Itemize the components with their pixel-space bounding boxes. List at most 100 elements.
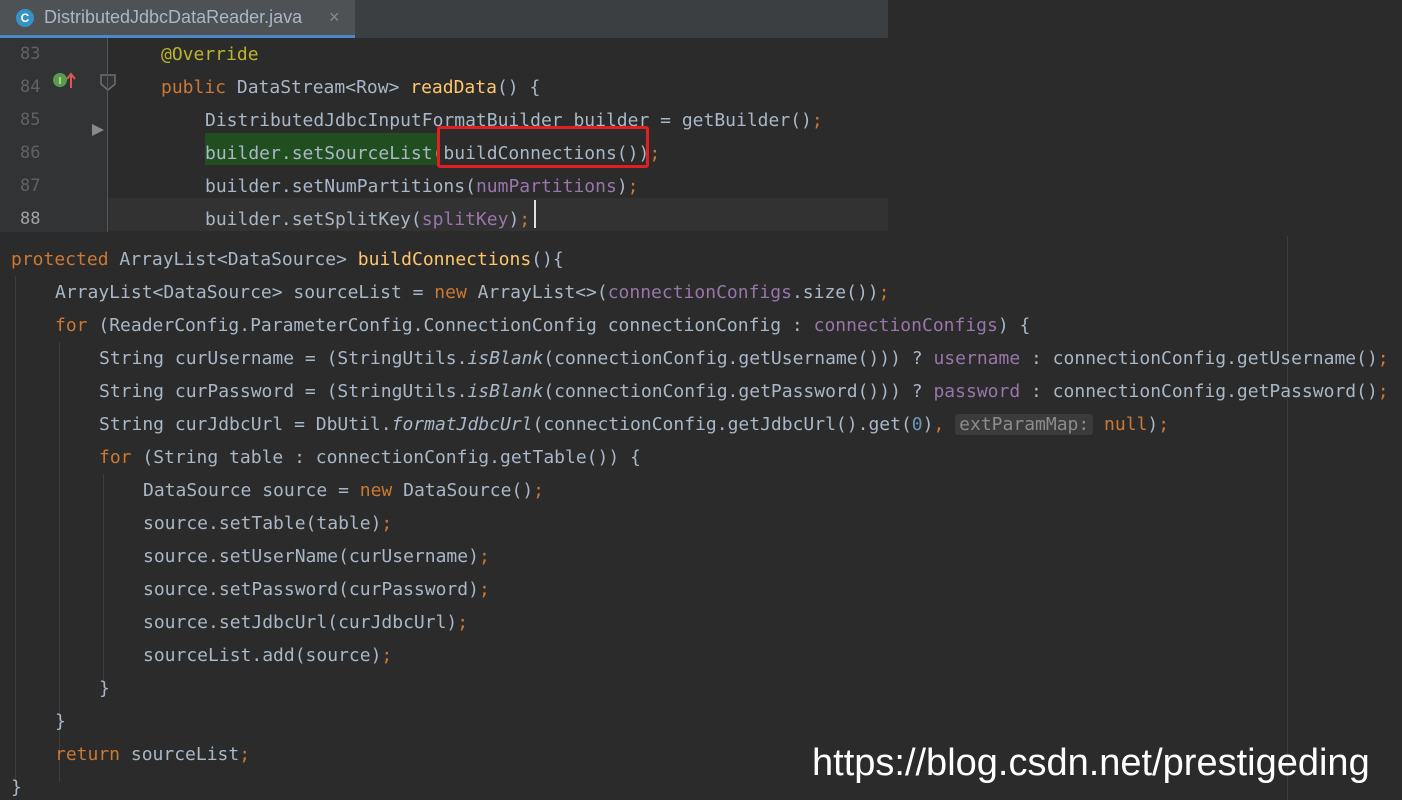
code-token: readData — [410, 77, 497, 98]
code-line: source.setTable(table); — [143, 507, 392, 540]
code-token: ) — [1147, 414, 1159, 435]
parameter-hint: extParamMap: — [955, 414, 1094, 435]
editor-tab[interactable]: C DistributedJdbcDataReader.java × — [0, 0, 355, 38]
code-token: ) — [508, 209, 520, 230]
code-line: DataSource source = new DataSource(); — [143, 474, 544, 507]
code-token: isBlank — [467, 348, 544, 369]
code-token: new — [434, 282, 478, 303]
code-line: for (ReaderConfig.ParameterConfig.Connec… — [55, 309, 1030, 342]
code-token: protected — [11, 249, 120, 270]
code-line: } — [11, 771, 22, 800]
code-token: DataStream<Row> — [236, 77, 411, 98]
watermark: https://blog.csdn.net/prestigeding — [812, 742, 1370, 784]
code-token: return — [55, 744, 131, 765]
code-line: public DataStream<Row> readData() { — [161, 71, 540, 104]
code-token: ; — [519, 209, 531, 230]
svg-text:I: I — [59, 76, 62, 87]
line-number: 86 — [20, 143, 41, 163]
code-token: password — [933, 381, 1021, 402]
code-line: for (String table : connectionConfig.get… — [99, 441, 641, 474]
code-token: new — [359, 480, 404, 501]
code-token: connectionConfigs — [813, 315, 998, 336]
code-token: } — [55, 711, 66, 732]
code-line: @Override — [161, 38, 259, 71]
code-token: () { — [496, 77, 541, 98]
bottom-editor-panel: protected ArrayList<DataSource> buildCon… — [0, 236, 1402, 800]
code-line: source.setPassword(curPassword); — [143, 573, 490, 606]
code-token: ; — [381, 645, 393, 666]
text-cursor — [534, 200, 536, 228]
code-token: builder.setNumPartitions( — [205, 176, 476, 197]
code-token: splitKey — [421, 209, 509, 230]
code-token: ) { — [997, 315, 1031, 336]
code-token: : connectionConfig.getUsername() — [1020, 348, 1378, 369]
code-token: ; — [1377, 381, 1389, 402]
code-token: ArrayList<DataSource> sourceList = — [55, 282, 435, 303]
code-token: ; — [478, 546, 490, 567]
code-token: (connectionConfig.getPassword())) ? — [543, 381, 934, 402]
code-token: ; — [1158, 414, 1170, 435]
code-token: String curUsername = (StringUtils. — [99, 348, 468, 369]
code-token: ArrayList<>( — [477, 282, 608, 303]
code-token: ; — [239, 744, 251, 765]
code-token: source.setUserName(curUsername) — [143, 546, 479, 567]
line-number: 85 — [20, 110, 41, 130]
line-number: 84 — [20, 77, 41, 97]
code-token: (ReaderConfig.ParameterConfig.Connection… — [98, 315, 814, 336]
code-token: DataSource() — [403, 480, 534, 501]
code-line: String curPassword = (StringUtils.isBlan… — [99, 375, 1389, 408]
code-token: ; — [811, 110, 823, 131]
close-icon[interactable]: × — [329, 7, 340, 28]
code-token: ArrayList<DataSource> — [119, 249, 358, 270]
line-number: 88 — [20, 209, 41, 229]
code-token: } — [11, 777, 22, 798]
code-token: ; — [649, 143, 661, 164]
code-token: , — [933, 414, 956, 435]
code-token: numPartitions — [475, 176, 617, 197]
code-token: formatJdbcUrl — [391, 414, 533, 435]
code-token: source.setPassword(curPassword) — [143, 579, 479, 600]
code-line: builder.setSplitKey(splitKey); — [205, 203, 530, 232]
implements-icon[interactable]: I — [52, 70, 76, 92]
code-line: source.setUserName(curUsername); — [143, 540, 490, 573]
code-token: (connectionConfig.getJdbcUrl().get( — [532, 414, 912, 435]
code-token: connectionConfigs — [607, 282, 792, 303]
right-margin-guide — [1287, 236, 1288, 800]
java-class-icon: C — [16, 9, 34, 27]
line-number: 87 — [20, 176, 41, 196]
code-token: (){ — [531, 249, 564, 270]
code-token: ; — [533, 480, 544, 501]
code-token: builder.setSplitKey( — [205, 209, 422, 230]
code-token: ; — [457, 612, 469, 633]
code-token: source.setTable(table) — [143, 513, 382, 534]
code-token: ; — [381, 513, 393, 534]
code-token: (String table : connectionConfig.getTabl… — [142, 447, 641, 468]
code-token: (connectionConfig.getUsername())) ? — [543, 348, 934, 369]
code-token: ; — [627, 176, 639, 197]
code-line: sourceList.add(source); — [143, 639, 392, 672]
editor-tab-bar: C DistributedJdbcDataReader.java × — [0, 0, 888, 38]
code-token: buildConnections — [357, 249, 532, 270]
top-editor-panel: C DistributedJdbcDataReader.java × I 83 @… — [0, 0, 888, 232]
code-line: source.setJdbcUrl(curJdbcUrl); — [143, 606, 468, 639]
breakpoint-arrow-icon[interactable] — [90, 122, 106, 138]
code-token: public — [161, 77, 237, 98]
code-line: String curJdbcUrl = DbUtil.formatJdbcUrl… — [99, 408, 1169, 441]
code-token: sourceList — [130, 744, 240, 765]
code-line: } — [55, 705, 66, 738]
code-token: isBlank — [467, 381, 544, 402]
line-number: 83 — [20, 44, 41, 64]
code-line: return sourceList; — [55, 738, 250, 771]
code-token: null — [1093, 414, 1148, 435]
line-gutter: I — [0, 38, 116, 232]
code-token: ) — [922, 414, 934, 435]
code-token: : connectionConfig.getPassword() — [1020, 381, 1378, 402]
code-token: DataSource source = — [143, 480, 360, 501]
code-line: } — [99, 672, 110, 705]
indent-guide — [103, 474, 104, 682]
fold-marker-icon[interactable] — [98, 72, 118, 92]
code-line: builder.setNumPartitions(numPartitions); — [205, 170, 639, 203]
code-token: ) — [616, 176, 628, 197]
code-token: sourceList.add(source) — [143, 645, 382, 666]
code-token: username — [933, 348, 1021, 369]
